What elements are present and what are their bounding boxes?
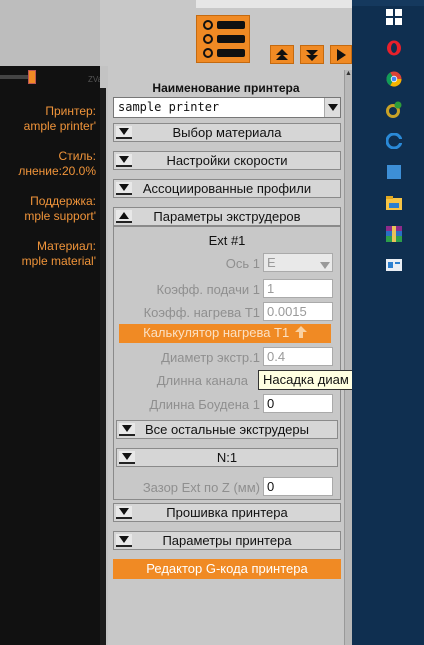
info-style-label: Стиль: <box>58 149 96 163</box>
app-badge-icon[interactable] <box>385 101 403 119</box>
bowden-length-label: Длинна Боудена 1 <box>149 397 260 412</box>
expand-toggle-icon[interactable] <box>119 423 135 436</box>
opera-icon[interactable] <box>385 39 403 57</box>
viewport-panel[interactable]: ZVal Принтер: ample printer' Стиль: лнен… <box>0 0 104 645</box>
panel-scrollbar[interactable] <box>344 70 352 645</box>
extruder-count-label: N:1 <box>216 450 238 465</box>
dropdown-arrow-icon[interactable] <box>324 98 340 117</box>
file-explorer-icon[interactable] <box>385 194 403 212</box>
heat-calc-button[interactable]: Калькулятор нагрева Т1 <box>119 324 331 343</box>
heat-coef-input[interactable]: 0.0015 <box>263 302 333 321</box>
blue-square-icon[interactable] <box>385 163 403 181</box>
axis-select[interactable]: E <box>263 253 333 272</box>
scroll-bottom-button[interactable] <box>300 45 324 64</box>
extruder-count-row[interactable]: N:1 <box>116 448 338 467</box>
section-profiles[interactable]: Ассоциированные профили <box>113 179 341 198</box>
up-arrow-icon <box>294 326 307 338</box>
play-right-arrow-icon <box>337 48 346 61</box>
dropdown-arrow-icon[interactable] <box>320 258 330 273</box>
expand-toggle-icon[interactable] <box>116 126 132 139</box>
diameter-input[interactable]: 0.4 <box>263 347 333 366</box>
expand-toggle-icon[interactable] <box>116 506 132 519</box>
info-support-value: mple support' <box>24 209 96 223</box>
expand-toggle-icon[interactable] <box>116 182 132 195</box>
double-down-arrow-icon <box>306 49 318 61</box>
section-profiles-label: Ассоциированные профили <box>142 181 312 196</box>
printer-select[interactable]: sample printer <box>113 97 341 118</box>
section-speed[interactable]: Настройки скорости <box>113 151 341 170</box>
z-gap-label: Зазор Ext по Z (мм) <box>142 480 260 495</box>
axis-select-value: E <box>267 255 276 270</box>
next-button[interactable] <box>330 45 352 64</box>
printer-select-value: sample printer <box>118 100 220 114</box>
menu-logo-button[interactable] <box>196 15 250 63</box>
section-firmware-label: Прошивка принтера <box>166 505 288 520</box>
feed-coef-label: Коэфф. подачи 1 <box>156 282 260 297</box>
section-speed-label: Настройки скорости <box>166 153 288 168</box>
window-titlebar <box>196 0 352 8</box>
info-printer-label: Принтер: <box>45 104 96 118</box>
section-extruders-label: Параметры экструдеров <box>153 209 301 224</box>
section-material-label: Выбор материала <box>172 125 282 140</box>
channel-length-label: Длинна канала <box>156 373 248 388</box>
window-app-icon[interactable] <box>385 256 403 274</box>
diameter-label: Диаметр экстр.1 <box>161 350 260 365</box>
info-material-label: Материал: <box>37 239 96 253</box>
viewer-toolbar <box>0 0 100 66</box>
scroll-up-icon[interactable]: ▲ <box>345 70 352 80</box>
scroll-top-button[interactable] <box>270 45 294 64</box>
edge-icon[interactable] <box>385 132 403 150</box>
winrar-icon[interactable] <box>385 225 403 243</box>
section-printer-params[interactable]: Параметры принтера <box>113 531 341 550</box>
heat-calc-button-label: Калькулятор нагрева Т1 <box>143 325 290 340</box>
double-up-arrow-icon <box>276 48 288 60</box>
section-printer-params-label: Параметры принтера <box>162 533 292 548</box>
taskbar-edge <box>352 0 424 6</box>
bowden-length-input[interactable]: 0 <box>263 394 333 413</box>
info-printer-value: ample printer' <box>23 119 96 133</box>
windows-taskbar <box>352 0 424 645</box>
info-material-value: mple material' <box>21 254 96 268</box>
section-firmware[interactable]: Прошивка принтера <box>113 503 341 522</box>
gcode-editor-button[interactable]: Редактор G-кода принтера <box>113 559 341 579</box>
info-support-label: Поддержка: <box>30 194 96 208</box>
expand-toggle-icon[interactable] <box>119 451 135 464</box>
collapse-toggle-icon[interactable] <box>116 210 132 223</box>
expand-toggle-icon[interactable] <box>116 534 132 547</box>
splitter-shadow <box>100 88 106 645</box>
expand-toggle-icon[interactable] <box>116 154 132 167</box>
heat-coef-label: Коэфф. нагрева Т1 <box>143 305 260 320</box>
chrome-icon[interactable] <box>385 70 403 88</box>
extruder-header: Ext #1 <box>208 233 246 248</box>
windows-icon[interactable] <box>385 8 403 26</box>
section-extruders[interactable]: Параметры экструдеров <box>113 207 341 226</box>
z-gap-input[interactable]: 0 <box>263 477 333 496</box>
feed-coef-input[interactable]: 1 <box>263 279 333 298</box>
section-all-extruders[interactable]: Все остальные экструдеры <box>116 420 338 439</box>
printer-name-title: Наименование принтера <box>152 81 300 95</box>
info-style-value: лнение:20.0% <box>18 164 96 178</box>
z-slider-handle[interactable] <box>28 70 36 84</box>
tooltip: Насадка диам <box>258 370 353 390</box>
axis-label: Ось 1 <box>225 256 260 271</box>
section-all-extruders-label: Все остальные экструдеры <box>145 422 309 437</box>
section-material[interactable]: Выбор материала <box>113 123 341 142</box>
